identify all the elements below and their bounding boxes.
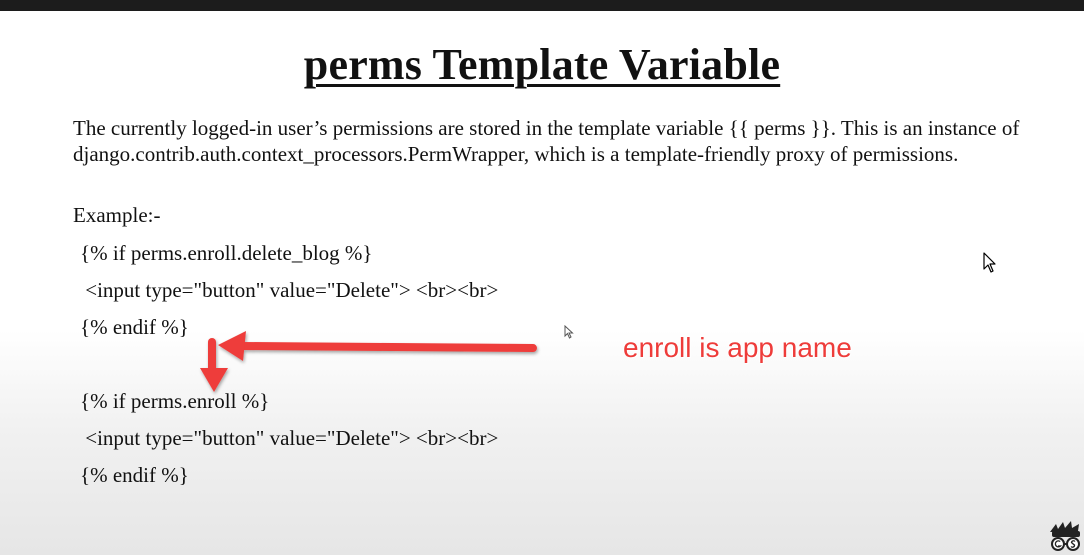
intro-paragraph: The currently logged-in user’s permissio… [73, 116, 1020, 166]
down-arrow [200, 338, 228, 392]
mouse-pointer-icon [983, 252, 996, 273]
annotation-note: enroll is app name [623, 332, 852, 363]
left-arrow [218, 331, 537, 361]
code-line: {% endif %} [80, 463, 189, 487]
code-line: <input type="button" value="Delete"> <br… [80, 426, 499, 450]
code-line: {% endif %} [80, 315, 189, 339]
example-label: Example:- [73, 203, 161, 227]
code-line: {% if perms.enroll.delete_blog %} [80, 241, 373, 265]
slide-title: perms Template Variable [303, 40, 781, 89]
geekyshows-logo-icon [1050, 521, 1080, 551]
code-line: {% if perms.enroll %} [80, 389, 270, 413]
code-line: <input type="button" value="Delete"> <br… [80, 278, 499, 302]
mouse-pointer-ghost-icon [564, 325, 574, 339]
top-bar [0, 0, 1084, 11]
